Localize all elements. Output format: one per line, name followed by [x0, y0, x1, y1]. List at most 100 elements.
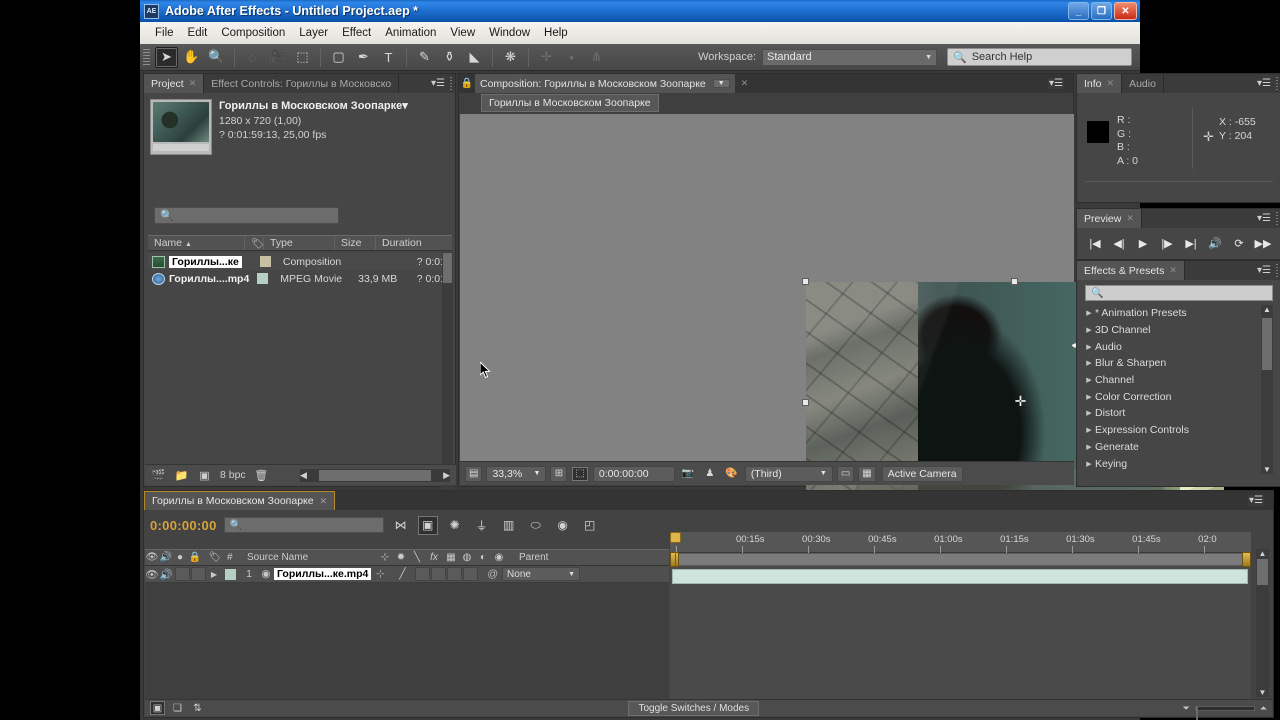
zoom-out-icon[interactable]: ⏷ [1183, 703, 1190, 714]
parent-dropdown[interactable]: None ▼ [502, 567, 581, 581]
tab-effect-controls[interactable]: Effect Controls: Гориллы в Московско [204, 74, 400, 93]
layer-clip-bar[interactable] [672, 569, 1248, 584]
project-search-input[interactable]: 🔍 [154, 207, 339, 224]
menu-item-composition[interactable]: Composition [214, 25, 292, 41]
frame-blending-icon[interactable]: ◰ [580, 516, 600, 535]
comp-mini-flowchart-icon[interactable]: ❏ [170, 701, 185, 715]
pan-behind-tool-icon[interactable]: ⬚ [291, 47, 314, 68]
hand-tool-icon[interactable]: ✋ [180, 47, 203, 68]
pen-tool-icon[interactable]: ✒ [352, 47, 375, 68]
toggle-switches-modes-button[interactable]: Toggle Switches / Modes [628, 700, 760, 716]
effects-category-item[interactable]: ▶ Expression Controls [1083, 422, 1263, 439]
chevron-right-icon[interactable]: ▶ [1083, 376, 1095, 384]
take-snapshot-icon[interactable]: 📷 [679, 466, 697, 482]
solo-icon[interactable]: ● [173, 552, 187, 563]
effects-category-item[interactable]: ▶ Blur & Sharpen [1083, 355, 1263, 372]
panel-menu-icon[interactable]: ▾☰ [1256, 74, 1272, 93]
layer-audio-toggle[interactable]: 🔊 [159, 568, 173, 581]
chevron-right-icon[interactable]: ▶ [1083, 343, 1095, 351]
scrollbar-thumb[interactable] [443, 253, 452, 283]
table-row[interactable]: Гориллы...ке Composition ? 0:01 [148, 253, 452, 270]
zoom-in-icon[interactable]: ⏶ [1260, 703, 1267, 714]
column-duration[interactable]: Duration [376, 237, 422, 249]
close-icon[interactable]: ✕ [320, 496, 328, 507]
tab-audio[interactable]: Audio [1122, 74, 1164, 93]
clone-stamp-tool-icon[interactable]: ⚱ [438, 47, 461, 68]
active-camera-dropdown[interactable]: Active Camera [881, 465, 963, 482]
menu-item-effect[interactable]: Effect [335, 25, 378, 41]
3d-toggle[interactable] [463, 567, 479, 581]
source-name-header[interactable]: Source Name [247, 552, 377, 563]
channel-color-icon[interactable]: 🎨 [722, 466, 740, 482]
new-folder-icon[interactable]: 📁 [174, 469, 189, 482]
workspace-dropdown[interactable]: Standard ▼ [762, 48, 937, 66]
minimize-button[interactable]: _ [1068, 2, 1089, 20]
scroll-up-icon[interactable]: ▲ [1256, 549, 1269, 558]
timeline-current-time[interactable]: 0:00:00:00 [150, 518, 217, 533]
scroll-up-icon[interactable]: ▲ [1261, 305, 1273, 314]
quality-toggle[interactable]: ╱ [389, 568, 415, 580]
audio-icon[interactable]: 🔊 [159, 552, 173, 563]
region-of-interest-icon[interactable]: ⊞ [550, 465, 568, 482]
tab-project[interactable]: Project ✕ [144, 74, 205, 93]
resize-handle[interactable] [802, 399, 809, 406]
expand-triangle-icon[interactable]: ▶ [207, 570, 221, 579]
new-comp-icon[interactable]: 🎬 [151, 469, 166, 482]
close-icon[interactable]: ✕ [741, 78, 749, 89]
toolbar-grip[interactable] [143, 48, 150, 66]
prev-frame-icon[interactable]: ◀| [1111, 237, 1128, 250]
work-area-bar[interactable] [670, 553, 1251, 566]
zoom-dropdown[interactable]: 33,3% ▼ [486, 465, 547, 482]
composition-viewer[interactable]: ✛ [460, 114, 1226, 527]
color-depth-icon[interactable]: ▣ [197, 469, 212, 482]
rotation-tool-icon[interactable]: ◌ [241, 47, 264, 68]
effects-category-item[interactable]: ▶ Distort [1083, 405, 1263, 422]
layer-video-toggle[interactable]: 👁 [145, 568, 159, 581]
selection-tool-icon[interactable]: ➤ [155, 46, 178, 68]
chevron-right-icon[interactable]: ▶ [1083, 460, 1095, 468]
hide-shy-layers-icon[interactable]: ◉ [553, 516, 573, 535]
scroll-right-icon[interactable]: ▶ [443, 470, 450, 481]
chevron-right-icon[interactable]: ▶ [1083, 393, 1095, 401]
draft-3d-icon[interactable]: ▣ [417, 515, 438, 535]
first-frame-icon[interactable]: |◀ [1087, 237, 1104, 250]
scrollbar-thumb[interactable] [318, 469, 432, 481]
panel-menu-icon[interactable]: ▾☰ [1256, 261, 1272, 280]
brush-tool-icon[interactable]: ✎ [413, 47, 436, 68]
timeline-layer-area[interactable] [145, 583, 669, 699]
layer-label-swatch[interactable] [225, 568, 236, 580]
lock-icon[interactable]: 🔒 [459, 78, 475, 89]
breadcrumb-item[interactable]: Гориллы в Московском Зоопарке [481, 94, 659, 112]
close-icon[interactable]: ✕ [189, 78, 197, 89]
chevron-right-icon[interactable]: ▶ [1083, 326, 1095, 334]
close-button[interactable]: ✕ [1114, 2, 1137, 20]
panel-menu-icon[interactable]: ▾☰ [430, 74, 446, 93]
tab-timeline-comp[interactable]: Гориллы в Московском Зоопарке ✕ [144, 491, 336, 510]
scrollbar-thumb[interactable] [1262, 318, 1272, 370]
close-icon[interactable]: ✕ [1169, 265, 1177, 276]
show-snapshot-icon[interactable]: ♟ [701, 466, 718, 482]
effects-vertical-scrollbar[interactable]: ▲ ▼ [1261, 305, 1273, 474]
close-icon[interactable]: ✕ [1126, 213, 1134, 224]
work-area-end-handle[interactable] [1242, 552, 1251, 567]
puppet-overlap-tool-icon[interactable]: • [560, 47, 583, 68]
lock-icon[interactable]: 🔒 [187, 552, 203, 563]
maximize-button[interactable]: ❐ [1091, 2, 1112, 20]
panel-grip[interactable] [1272, 74, 1280, 93]
chevron-right-icon[interactable]: ▶ [1083, 409, 1095, 417]
search-help-input[interactable]: 🔍 Search Help [947, 48, 1132, 66]
ram-preview-icon[interactable]: ▶▶ [1255, 237, 1272, 250]
chevron-right-icon[interactable]: ▶ [1083, 426, 1095, 434]
column-type[interactable]: Type [264, 237, 334, 249]
tab-composition[interactable]: Composition: Гориллы в Московском Зоопар… [475, 74, 735, 93]
frame-blend-toggle[interactable] [431, 567, 447, 581]
resolution-dropdown[interactable]: (Third) ▼ [744, 465, 833, 482]
panel-menu-icon[interactable]: ▾☰ [1256, 209, 1272, 228]
chevron-down-icon[interactable]: ▼ [712, 79, 730, 88]
panel-grip[interactable] [1272, 261, 1280, 280]
parent-header[interactable]: Parent [507, 552, 548, 563]
delete-icon[interactable]: 🗑 [254, 469, 269, 482]
auto-keyframe-icon[interactable]: ⬭ [526, 516, 546, 535]
layer-name[interactable]: Гориллы...ке.mp4 [274, 568, 372, 580]
scroll-left-icon[interactable]: ◀ [300, 470, 307, 481]
